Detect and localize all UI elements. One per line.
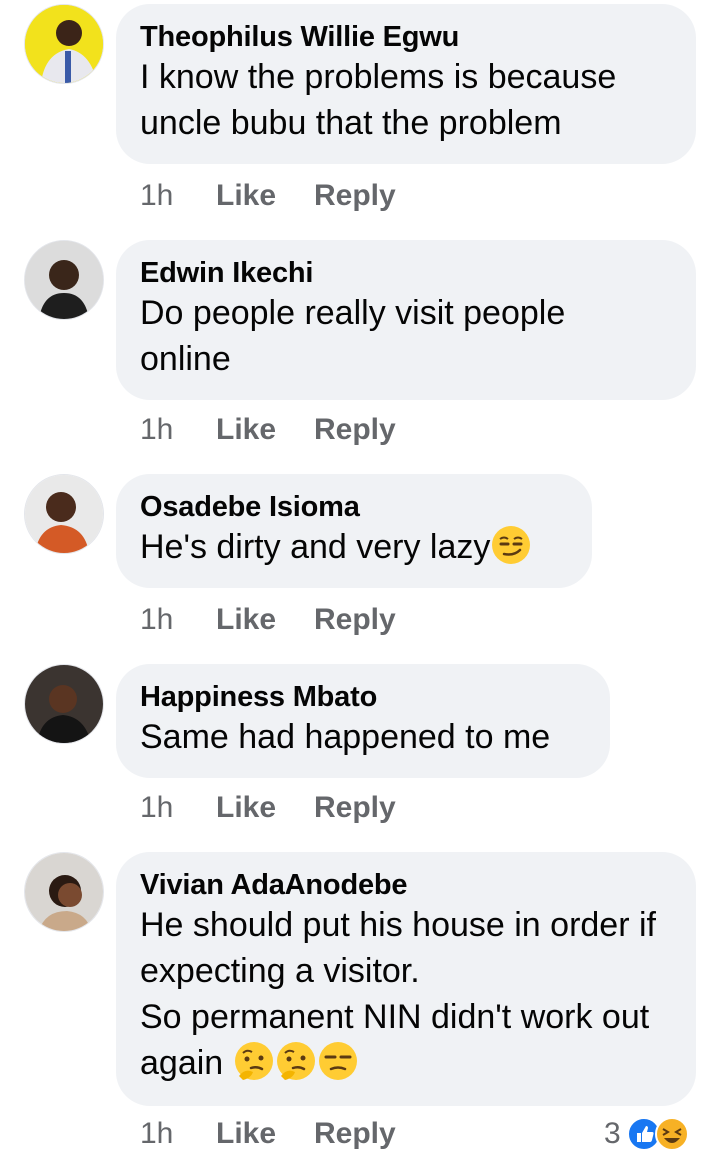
reply-button[interactable]: Reply [314, 412, 396, 448]
avatar-photo [25, 665, 103, 743]
reaction-count: 3 [604, 1117, 621, 1150]
like-button[interactable]: Like [216, 602, 276, 638]
comment-author[interactable]: Happiness Mbato [140, 680, 586, 714]
like-button[interactable]: Like [216, 790, 276, 826]
comment-text-content: He should put his house in order if expe… [140, 906, 656, 1082]
avatar[interactable] [24, 240, 104, 320]
comment-author[interactable]: Vivian AdaAnodebe [140, 868, 672, 902]
avatar-photo [25, 853, 103, 931]
unamused-face-icon [318, 1042, 357, 1080]
comment-time[interactable]: 1h [140, 1116, 173, 1152]
comment-author[interactable]: Osadebe Isioma [140, 490, 568, 524]
avatar-photo [25, 5, 103, 83]
comment-text: He should put his house in order if expe… [140, 902, 680, 1086]
like-button[interactable]: Like [216, 1116, 276, 1152]
comment-author[interactable]: Edwin Ikechi [140, 256, 672, 290]
comment-text: I know the problems is because uncle bub… [140, 58, 617, 142]
reply-button[interactable]: Reply [314, 1116, 396, 1152]
avatar-photo [25, 475, 103, 553]
comment-bubble: Happiness Mbato Same had happened to me [116, 664, 610, 778]
like-button[interactable]: Like [216, 412, 276, 448]
avatar[interactable] [24, 474, 104, 554]
like-button[interactable]: Like [216, 178, 276, 214]
comment-bubble: Osadebe Isioma He's dirty and very lazy [116, 474, 592, 588]
comment-text: He's dirty and very lazy [140, 524, 568, 570]
comment-time[interactable]: 1h [140, 790, 173, 826]
avatar[interactable] [24, 664, 104, 744]
smirking-face-icon [492, 526, 531, 564]
reply-button[interactable]: Reply [314, 178, 396, 214]
thinking-face-icon [276, 1042, 315, 1080]
avatar[interactable] [24, 852, 104, 932]
comment-bubble: Vivian AdaAnodebe He should put his hous… [116, 852, 696, 1106]
reply-button[interactable]: Reply [314, 602, 396, 638]
comment-bubble: Edwin Ikechi Do people really visit peop… [116, 240, 696, 400]
comment-time[interactable]: 1h [140, 412, 173, 448]
avatar-photo [25, 241, 103, 319]
haha-icon [654, 1117, 689, 1151]
comment-bubble: Theophilus Willie Egwu I know the proble… [116, 4, 696, 164]
comment-text: Do people really visit people online [140, 294, 566, 378]
avatar[interactable] [24, 4, 104, 84]
reply-button[interactable]: Reply [314, 790, 396, 826]
comment-author[interactable]: Theophilus Willie Egwu [140, 20, 672, 54]
comment-text-content: He's dirty and very lazy [140, 528, 491, 566]
comment-text: Same had happened to me [140, 718, 551, 756]
thinking-face-icon [234, 1042, 273, 1080]
comment-time[interactable]: 1h [140, 178, 173, 214]
comment-time[interactable]: 1h [140, 602, 173, 638]
reaction-summary[interactable]: 3 [604, 1114, 689, 1154]
